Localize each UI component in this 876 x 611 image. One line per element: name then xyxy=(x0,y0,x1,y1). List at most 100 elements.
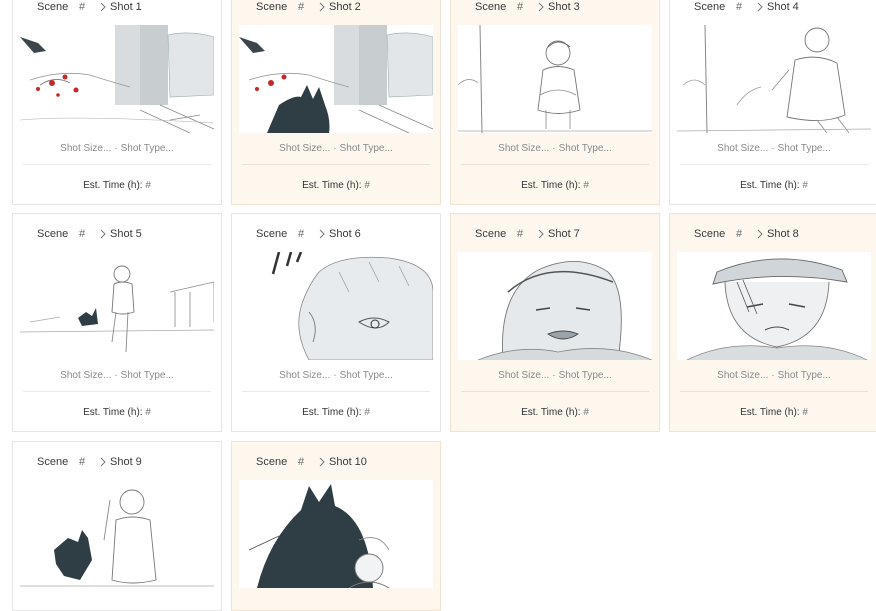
scene-number-field[interactable]: # xyxy=(79,456,85,468)
scene-number-field[interactable]: # xyxy=(736,228,742,240)
card-header: Scene # Shot 7 xyxy=(451,228,659,252)
chevron-right-icon xyxy=(97,1,109,13)
shot-card[interactable]: Scene # Shot 7 Shot Size... · Shot Type...… xyxy=(450,213,660,432)
shot-label[interactable]: Shot 9 xyxy=(110,456,142,468)
shot-size-field[interactable]: Shot Size... xyxy=(279,143,330,154)
shot-type-field[interactable]: Shot Type... xyxy=(778,370,831,381)
est-time: Est. Time (h): # xyxy=(13,407,221,418)
chevron-right-icon xyxy=(535,1,547,13)
shot-meta: Shot Size... · Shot Type... xyxy=(279,143,393,154)
shot-label[interactable]: Shot 4 xyxy=(767,1,799,13)
sketch-thumbnail[interactable] xyxy=(458,252,652,360)
est-time: Est. Time (h): # xyxy=(13,180,221,191)
scene-number-field[interactable]: # xyxy=(298,228,304,240)
shot-size-field[interactable]: Shot Size... xyxy=(60,370,111,381)
shot-meta: Shot Size... · Shot Type... xyxy=(717,370,831,381)
shot-type-field[interactable]: Shot Type... xyxy=(121,370,174,381)
sketch-thumbnail[interactable] xyxy=(677,252,871,360)
shot-label[interactable]: Shot 5 xyxy=(110,228,142,240)
shot-card[interactable]: Scene # Shot 1 Shot Size... · Shot Type.… xyxy=(12,0,222,205)
sketch-thumbnail[interactable] xyxy=(20,252,214,360)
shot-size-field[interactable]: Shot Size... xyxy=(498,143,549,154)
sketch-thumbnail[interactable] xyxy=(20,25,214,133)
scene-number-field[interactable]: # xyxy=(517,1,523,13)
scene-label: Scene xyxy=(475,1,507,13)
est-time: Est. Time (h): # xyxy=(232,407,440,418)
shot-size-field[interactable]: Shot Size... xyxy=(717,143,768,154)
shot-card[interactable]: Scene # Shot 3 Shot Size... · Shot Type... xyxy=(450,0,660,205)
est-time-label: Est. Time (h): xyxy=(83,407,143,418)
shot-size-field[interactable]: Shot Size... xyxy=(717,370,768,381)
card-header: Scene # Shot 6 xyxy=(232,228,440,252)
est-time-value[interactable]: # xyxy=(802,407,808,418)
shot-type-field[interactable]: Shot Type... xyxy=(121,143,174,154)
shot-label[interactable]: Shot 10 xyxy=(329,456,367,468)
shot-label[interactable]: Shot 1 xyxy=(110,1,142,13)
est-time-label: Est. Time (h): xyxy=(740,407,800,418)
shot-type-field[interactable]: Shot Type... xyxy=(559,370,612,381)
divider xyxy=(461,391,649,392)
card-header: Scene # Shot 5 xyxy=(13,228,221,252)
card-header: Scene # Shot 3 xyxy=(451,1,659,25)
est-time-value[interactable]: # xyxy=(802,180,808,191)
shot-type-field[interactable]: Shot Type... xyxy=(559,143,612,154)
sketch-thumbnail[interactable] xyxy=(20,480,214,588)
shot-card[interactable]: Scene # Shot 10 xyxy=(231,441,441,611)
shot-card[interactable]: Scene # Shot 5 Shot Size... · Shot Type...… xyxy=(12,213,222,432)
est-time: Est. Time (h): # xyxy=(670,407,876,418)
est-time: Est. Time (h): # xyxy=(670,180,876,191)
shot-size-field[interactable]: Shot Size... xyxy=(60,143,111,154)
shot-card[interactable]: Scene # Shot 4 Shot Size... · Shot Type... xyxy=(669,0,876,205)
shot-meta: Shot Size... · Shot Type... xyxy=(60,143,174,154)
shot-type-field[interactable]: Shot Type... xyxy=(340,370,393,381)
shot-label[interactable]: Shot 2 xyxy=(329,1,361,13)
est-time: Est. Time (h): # xyxy=(232,180,440,191)
shot-size-field[interactable]: Shot Size... xyxy=(498,370,549,381)
scene-label: Scene xyxy=(694,1,726,13)
card-header: Scene # Shot 10 xyxy=(232,456,440,480)
est-time-label: Est. Time (h): xyxy=(302,407,362,418)
scene-label: Scene xyxy=(37,1,69,13)
shot-type-field[interactable]: Shot Type... xyxy=(340,143,393,154)
divider xyxy=(23,391,211,392)
shot-label[interactable]: Shot 3 xyxy=(548,1,580,13)
sketch-thumbnail[interactable] xyxy=(458,25,652,133)
est-time-value[interactable]: # xyxy=(364,407,370,418)
scene-number-field[interactable]: # xyxy=(79,1,85,13)
scene-number-field[interactable]: # xyxy=(298,1,304,13)
shot-label[interactable]: Shot 8 xyxy=(767,228,799,240)
scene-number-field[interactable]: # xyxy=(79,228,85,240)
sketch-thumbnail[interactable] xyxy=(239,25,433,133)
chevron-right-icon xyxy=(316,1,328,13)
scene-number-field[interactable]: # xyxy=(736,1,742,13)
scene-number-field[interactable]: # xyxy=(517,228,523,240)
est-time-value[interactable]: # xyxy=(583,407,589,418)
storyboard-grid: Scene # Shot 1 Shot Size... · Shot Type.… xyxy=(0,0,876,611)
divider xyxy=(680,164,868,165)
shot-card[interactable]: Scene # Shot 8 Shot Size... · Shot Type...… xyxy=(669,213,876,432)
shot-card[interactable]: Scene # Shot 6 Shot Size... · Shot Type...… xyxy=(231,213,441,432)
chevron-right-icon xyxy=(316,228,328,240)
shot-card[interactable]: Scene # Shot 9 xyxy=(12,441,222,611)
scene-number-field[interactable]: # xyxy=(298,456,304,468)
card-header: Scene # Shot 8 xyxy=(670,228,876,252)
sketch-thumbnail[interactable] xyxy=(239,480,433,588)
shot-type-field[interactable]: Shot Type... xyxy=(778,143,831,154)
shot-label[interactable]: Shot 6 xyxy=(329,228,361,240)
shot-size-field[interactable]: Shot Size... xyxy=(279,370,330,381)
est-time-label: Est. Time (h): xyxy=(83,180,143,191)
divider xyxy=(461,164,649,165)
est-time-value[interactable]: # xyxy=(145,407,151,418)
shot-meta: Shot Size... · Shot Type... xyxy=(279,370,393,381)
est-time-value[interactable]: # xyxy=(583,180,589,191)
sketch-thumbnail[interactable] xyxy=(677,25,871,133)
scene-label: Scene xyxy=(475,228,507,240)
sketch-thumbnail[interactable] xyxy=(239,252,433,360)
divider xyxy=(242,164,430,165)
est-time-value[interactable]: # xyxy=(364,180,370,191)
est-time-value[interactable]: # xyxy=(145,180,151,191)
shot-card[interactable]: Scene # Shot 2 Shot Size... · Shot Type... xyxy=(231,0,441,205)
shot-label[interactable]: Shot 7 xyxy=(548,228,580,240)
shot-meta: Shot Size... · Shot Type... xyxy=(60,370,174,381)
divider xyxy=(23,164,211,165)
